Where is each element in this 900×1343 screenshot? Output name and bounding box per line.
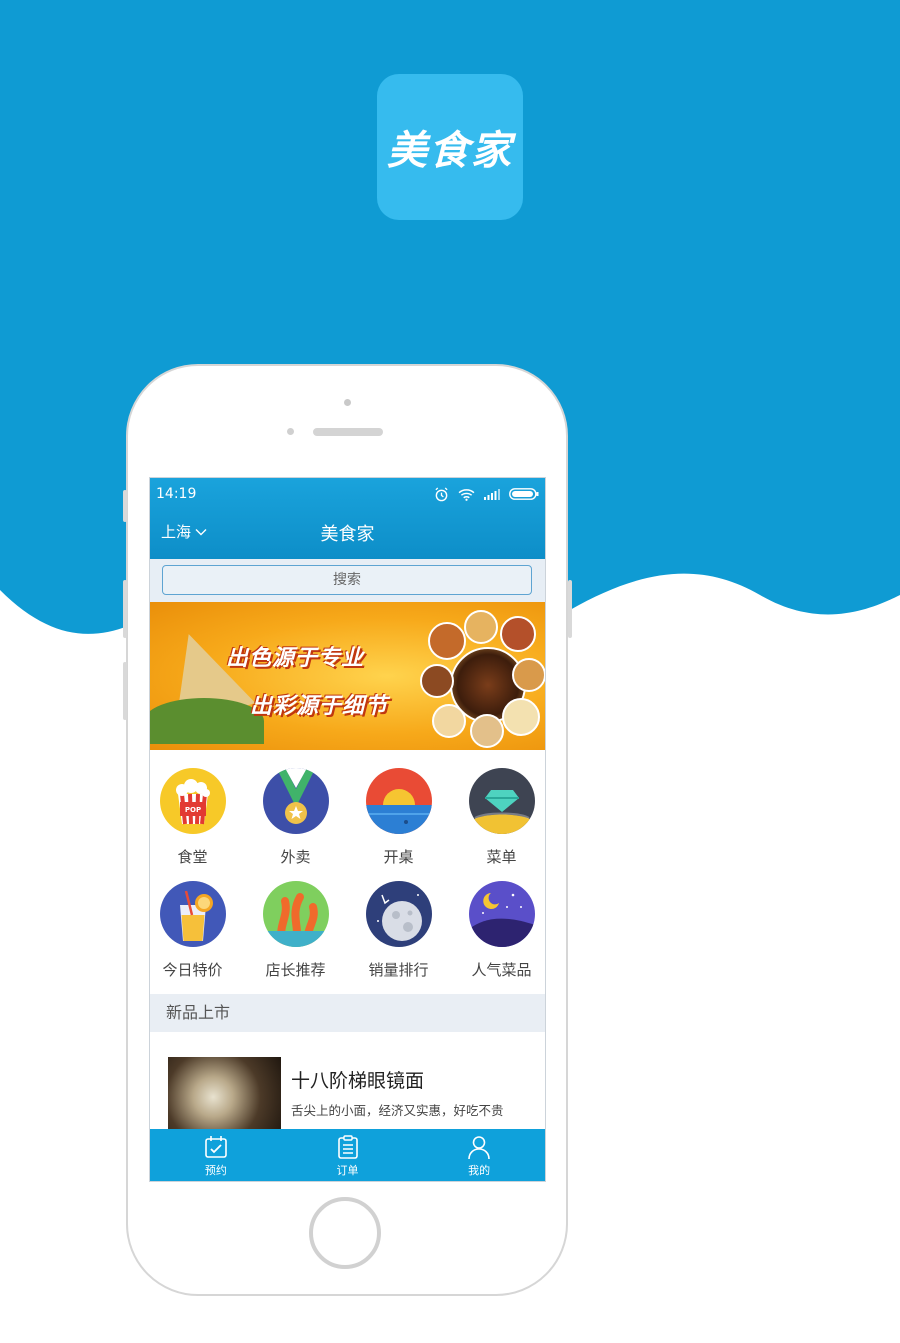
volume-down-button — [123, 662, 127, 720]
category-grid: POP 食堂 外卖 开桌 菜单 今日特价 店长推荐 销量排行 人气菜品 — [150, 750, 545, 994]
pastry-image — [470, 714, 504, 748]
calendar-check-icon — [205, 1136, 227, 1158]
product-name: 十八阶梯眼镜面 — [291, 1070, 425, 1092]
user-icon — [468, 1136, 490, 1160]
category-label: 外卖 — [280, 848, 311, 866]
page-title: 美食家 — [320, 524, 375, 545]
phone-screen: 14:19 上海 美食家 搜索 出色源于专业 出彩源于细节 POP 食堂 外卖 … — [149, 477, 546, 1182]
earpiece-speaker — [313, 428, 383, 436]
mute-switch — [123, 490, 127, 522]
svg-text:POP: POP — [184, 806, 200, 814]
signal-icon — [484, 489, 500, 500]
category-item[interactable]: 销量排行 — [349, 881, 448, 980]
volume-up-button — [123, 580, 127, 638]
night-sky-icon — [468, 881, 535, 947]
category-label: 食堂 — [177, 848, 208, 866]
search-bar: 搜索 — [150, 559, 545, 602]
tab-profile[interactable]: 我的 — [413, 1129, 545, 1181]
category-label: 开桌 — [383, 848, 414, 866]
moon-icon — [365, 881, 432, 947]
diamond-icon — [468, 768, 535, 834]
tab-label: 我的 — [468, 1164, 491, 1177]
wifi-icon — [458, 488, 475, 501]
category-label: 今日特价 — [162, 961, 223, 979]
medal-icon — [262, 768, 329, 834]
pastry-image — [420, 664, 454, 698]
category-item[interactable]: 菜单 — [452, 768, 545, 867]
search-input[interactable]: 搜索 — [162, 565, 532, 595]
tab-label: 订单 — [336, 1164, 359, 1177]
status-bar: 14:19 — [156, 484, 539, 504]
pastry-image — [512, 658, 545, 692]
front-camera — [344, 399, 351, 406]
sunset-icon — [365, 768, 432, 834]
promo-banner[interactable]: 出色源于专业 出彩源于细节 — [150, 602, 545, 750]
category-item[interactable]: 开桌 — [349, 768, 448, 867]
section-title: 新品上市 — [150, 994, 545, 1032]
nav-bar: 上海 美食家 — [150, 516, 545, 550]
pastry-image — [428, 622, 466, 660]
logo-text: 美食家 — [387, 127, 513, 174]
octopus-icon — [262, 881, 329, 947]
pastry-image — [500, 616, 536, 652]
status-time: 14:19 — [156, 486, 197, 502]
clipboard-icon — [337, 1135, 358, 1159]
product-image — [168, 1057, 281, 1137]
app-logo: 美食家 — [377, 74, 523, 220]
leaf-image — [150, 698, 264, 744]
bottom-tab-bar: 预约 订单 我的 — [150, 1129, 545, 1181]
category-item[interactable]: 人气菜品 — [452, 881, 545, 980]
category-label: 店长推荐 — [265, 961, 326, 979]
banner-slogan-1: 出色源于专业 — [226, 646, 365, 671]
pastry-image — [432, 704, 466, 738]
pastry-image — [464, 610, 498, 644]
home-button[interactable] — [309, 1197, 381, 1269]
power-button — [568, 580, 572, 638]
app-header: 14:19 上海 美食家 — [150, 478, 545, 559]
alarm-icon — [435, 486, 448, 501]
category-label: 菜单 — [486, 848, 517, 866]
tab-reservation[interactable]: 预约 — [150, 1129, 282, 1181]
proximity-sensor — [287, 428, 294, 435]
category-label: 销量排行 — [368, 961, 429, 979]
battery-icon — [509, 488, 539, 500]
category-item[interactable]: POP 食堂 — [150, 768, 242, 867]
pastry-image — [502, 698, 540, 736]
category-item[interactable]: 外卖 — [246, 768, 345, 867]
category-item[interactable]: 今日特价 — [150, 881, 242, 980]
category-label: 人气菜品 — [471, 961, 532, 979]
product-card[interactable]: 十八阶梯眼镜面 舌尖上的小面，经济又实惠，好吃不贵 — [150, 1032, 545, 1137]
tab-orders[interactable]: 订单 — [282, 1129, 414, 1181]
product-description: 舌尖上的小面，经济又实惠，好吃不贵 — [291, 1103, 504, 1118]
category-item[interactable]: 店长推荐 — [246, 881, 345, 980]
popcorn-icon: POP — [159, 768, 226, 834]
banner-slogan-2: 出彩源于细节 — [250, 694, 389, 719]
juice-icon — [159, 881, 226, 947]
tab-label: 预约 — [204, 1164, 227, 1177]
